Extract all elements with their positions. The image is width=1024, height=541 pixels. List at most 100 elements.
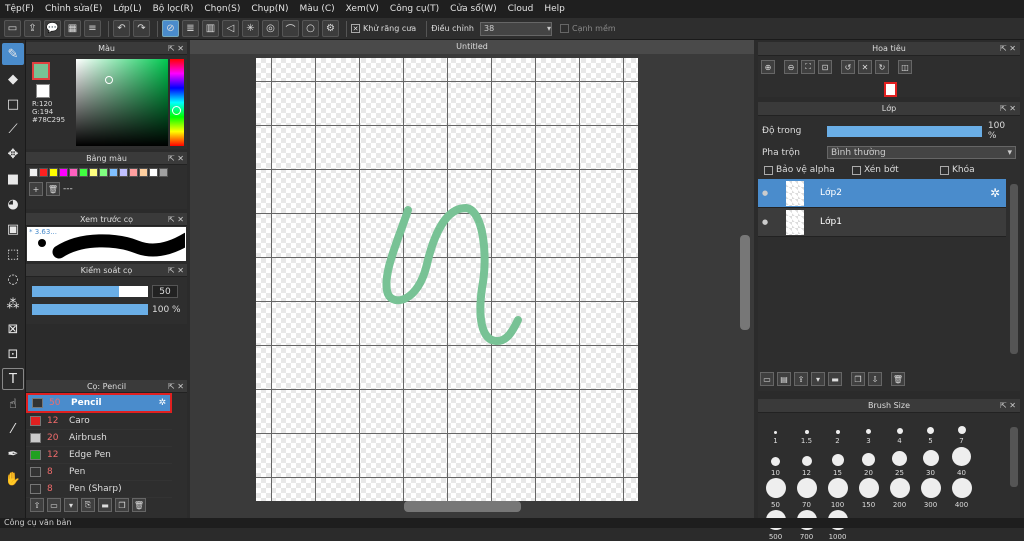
- brush-size-preset[interactable]: 25: [885, 445, 914, 477]
- brush-copy-icon[interactable]: ⎘: [81, 498, 95, 512]
- brush-size-preset[interactable]: 150: [854, 477, 883, 509]
- brush-tool-icon[interactable]: ✎: [2, 43, 24, 65]
- rotate-left-icon[interactable]: ↺: [841, 60, 855, 74]
- actual-size-icon[interactable]: ⊡: [818, 60, 832, 74]
- lasso-tool-icon[interactable]: ◌: [2, 268, 24, 290]
- duplicate-layer-icon[interactable]: ❐: [851, 372, 865, 386]
- rectangle-tool-icon[interactable]: □: [2, 93, 24, 115]
- export-icon[interactable]: ⇪: [24, 20, 41, 37]
- grid-snap-icon[interactable]: ▥: [202, 20, 219, 37]
- radial-snap-icon[interactable]: ✳: [242, 20, 259, 37]
- brush-list-item[interactable]: 8 Pen: [26, 464, 172, 481]
- menu-item[interactable]: Chụp(N): [251, 4, 288, 14]
- concentric-snap-icon[interactable]: ◎: [262, 20, 279, 37]
- reset-rotation-icon[interactable]: ✕: [858, 60, 872, 74]
- brush-new-icon[interactable]: ▭: [47, 498, 61, 512]
- panel-close-icon[interactable]: ⇱ ✕: [168, 264, 184, 277]
- curve-snap-icon[interactable]: ⌒: [282, 20, 299, 37]
- brush-size-preset[interactable]: 100: [823, 477, 852, 509]
- panel-close-icon[interactable]: ⇱ ✕: [1000, 399, 1016, 413]
- palette-swatch[interactable]: [49, 168, 58, 177]
- new-raster-layer-icon[interactable]: ▤: [777, 372, 791, 386]
- brush-list-item[interactable]: 50 Pencil ✲: [26, 393, 172, 413]
- no-snap-icon[interactable]: ⊘: [162, 20, 179, 37]
- palette-swatch[interactable]: [109, 168, 118, 177]
- layer-folder-icon[interactable]: ▬: [828, 372, 842, 386]
- eyedropper-tool-icon[interactable]: ⁄: [2, 418, 24, 440]
- brush-size-preset[interactable]: 50: [761, 477, 790, 509]
- redo-icon[interactable]: ↷: [133, 20, 150, 37]
- palette-swatch[interactable]: [79, 168, 88, 177]
- brush-size-preset[interactable]: 12: [792, 445, 821, 477]
- snap-settings-icon[interactable]: ⚙: [322, 20, 339, 37]
- brush-size-slider[interactable]: [32, 286, 148, 297]
- brush-upload-icon[interactable]: ⇧: [30, 498, 44, 512]
- panel-close-icon[interactable]: ⇱ ✕: [1000, 102, 1016, 116]
- menu-item[interactable]: Help: [544, 4, 565, 14]
- magic-wand-tool-icon[interactable]: ⁂: [2, 293, 24, 315]
- menu-item[interactable]: Chọn(S): [204, 4, 240, 14]
- vertical-scrollbar[interactable]: [740, 235, 750, 330]
- adjust-select[interactable]: 38 ▾: [479, 21, 552, 36]
- brush-size-preset[interactable]: 1: [761, 413, 790, 445]
- eraser-tool-icon[interactable]: ◆: [2, 68, 24, 90]
- brush-size-preset[interactable]: 15: [823, 445, 852, 477]
- hand-lasso-tool-icon[interactable]: ☝: [2, 393, 24, 415]
- new-file-icon[interactable]: ▭: [4, 20, 21, 37]
- brush-size-preset[interactable]: 400: [947, 477, 976, 509]
- layer-opacity-slider[interactable]: [826, 125, 982, 137]
- brush-size-preset[interactable]: 20: [854, 445, 883, 477]
- brush-size-preset[interactable]: 7: [947, 413, 976, 445]
- layer-settings-icon[interactable]: ✲: [990, 186, 1000, 200]
- text-tool-icon[interactable]: T: [2, 368, 24, 390]
- palette-swatch[interactable]: [159, 168, 168, 177]
- palette-swatch[interactable]: [139, 168, 148, 177]
- brush-opacity-slider[interactable]: [32, 304, 148, 315]
- palette-add-icon[interactable]: +: [29, 182, 43, 196]
- layer-visibility-icon[interactable]: ●: [762, 189, 776, 197]
- menu-item[interactable]: Chỉnh sửa(E): [45, 4, 102, 14]
- palette-swatch[interactable]: [119, 168, 128, 177]
- layer-item[interactable]: ● Lớp2 ✲: [758, 179, 1006, 208]
- hue-slider[interactable]: [170, 59, 184, 146]
- layer-list-scrollbar[interactable]: [1010, 184, 1018, 354]
- menu-item[interactable]: Tệp(F): [5, 4, 34, 14]
- brush-size-preset[interactable]: 70: [792, 477, 821, 509]
- protect-alpha-checkbox[interactable]: [764, 165, 773, 175]
- palette-swatch[interactable]: [69, 168, 78, 177]
- palette-swatch[interactable]: [89, 168, 98, 177]
- smooth-edge-checkbox[interactable]: [559, 24, 569, 33]
- brush-list-item[interactable]: 12 Caro: [26, 413, 172, 430]
- new-layer-icon[interactable]: ▭: [760, 372, 774, 386]
- undo-icon[interactable]: ↶: [113, 20, 130, 37]
- speech-icon[interactable]: 💬: [44, 20, 61, 37]
- perspective-snap-icon[interactable]: ◁: [222, 20, 239, 37]
- navigator-thumbnail[interactable]: [884, 82, 897, 97]
- antialias-checkbox[interactable]: ✕: [351, 24, 360, 33]
- menu-item[interactable]: Cửa sổ(W): [450, 4, 496, 14]
- brush-size-preset[interactable]: 3: [854, 413, 883, 445]
- layer-fill-tool-icon[interactable]: ▣: [2, 218, 24, 240]
- brush-size-value[interactable]: 50: [152, 285, 178, 298]
- brush-duplicate-icon[interactable]: ❐: [115, 498, 129, 512]
- palette-swatch[interactable]: [129, 168, 138, 177]
- brush-size-preset[interactable]: 1.5: [792, 413, 821, 445]
- lock-checkbox[interactable]: [940, 165, 949, 175]
- panel-close-icon[interactable]: ⇱ ✕: [168, 380, 184, 393]
- pen-tool-icon[interactable]: ✒: [2, 443, 24, 465]
- menu-item[interactable]: Cloud: [508, 4, 534, 14]
- zoom-in-icon[interactable]: ⊕: [761, 60, 775, 74]
- brush-add-menu-icon[interactable]: ▾: [64, 498, 78, 512]
- brush-size-preset[interactable]: 5: [916, 413, 945, 445]
- layers-icon[interactable]: ≡: [84, 20, 101, 37]
- layer-visibility-icon[interactable]: ●: [762, 218, 776, 226]
- brush-size-preset[interactable]: 40: [947, 445, 976, 477]
- brush-size-preset[interactable]: 30: [916, 445, 945, 477]
- delete-layer-icon[interactable]: 🗑: [891, 372, 905, 386]
- select-eraser-tool-icon[interactable]: ⊡: [2, 343, 24, 365]
- brush-folder-icon[interactable]: ▬: [98, 498, 112, 512]
- palette-swatch[interactable]: [29, 168, 38, 177]
- brush-size-scrollbar[interactable]: [1010, 427, 1018, 487]
- canvas-paper[interactable]: [256, 58, 638, 501]
- brush-list-item[interactable]: 20 Airbrush: [26, 430, 172, 447]
